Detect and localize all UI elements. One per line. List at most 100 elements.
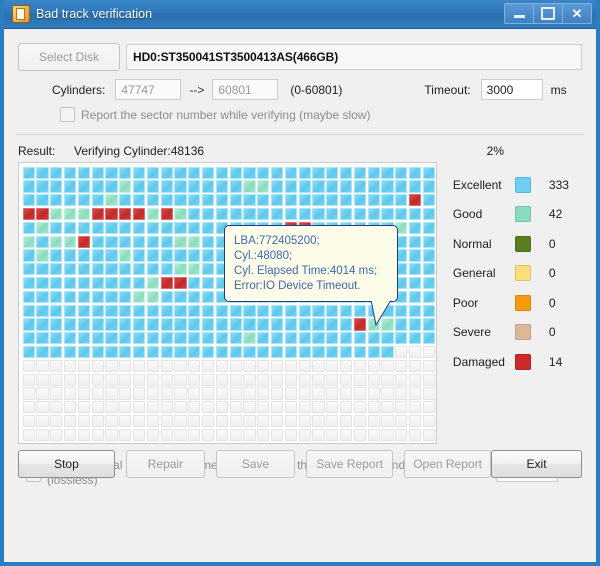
sector-cell[interactable]	[133, 415, 145, 427]
sector-cell[interactable]	[78, 236, 90, 248]
sector-cell[interactable]	[354, 429, 366, 441]
sector-cell[interactable]	[23, 429, 35, 441]
sector-cell[interactable]	[36, 387, 48, 399]
sector-cell[interactable]	[395, 167, 407, 179]
sector-cell[interactable]	[230, 387, 242, 399]
sector-cell[interactable]	[257, 360, 269, 372]
sector-cell[interactable]	[409, 401, 421, 413]
sector-cell[interactable]	[36, 332, 48, 344]
sector-cell[interactable]	[161, 222, 173, 234]
sector-cell[interactable]	[188, 429, 200, 441]
sector-cell[interactable]	[257, 332, 269, 344]
sector-cell[interactable]	[50, 374, 62, 386]
sector-cell[interactable]	[202, 305, 214, 317]
sector-cell[interactable]	[133, 318, 145, 330]
sector-cell[interactable]	[423, 277, 435, 289]
sector-cell[interactable]	[92, 387, 104, 399]
sector-cell[interactable]	[230, 374, 242, 386]
sector-cell[interactable]	[271, 167, 283, 179]
sector-cell[interactable]	[23, 222, 35, 234]
sector-cell[interactable]	[147, 429, 159, 441]
sector-cell[interactable]	[312, 180, 324, 192]
sector-cell[interactable]	[216, 387, 228, 399]
sector-cell[interactable]	[133, 222, 145, 234]
open-report-button[interactable]: Open Report	[404, 450, 491, 478]
sector-cell[interactable]	[50, 208, 62, 220]
sector-cell[interactable]	[105, 249, 117, 261]
sector-cell[interactable]	[381, 387, 393, 399]
sector-cell[interactable]	[133, 249, 145, 261]
sector-cell[interactable]	[174, 236, 186, 248]
sector-cell[interactable]	[312, 194, 324, 206]
sector-cell[interactable]	[354, 167, 366, 179]
sector-cell[interactable]	[147, 346, 159, 358]
sector-cell[interactable]	[64, 194, 76, 206]
sector-cell[interactable]	[64, 401, 76, 413]
sector-cell[interactable]	[243, 305, 255, 317]
sector-cell[interactable]	[119, 387, 131, 399]
sector-cell[interactable]	[23, 346, 35, 358]
sector-cell[interactable]	[202, 387, 214, 399]
sector-cell[interactable]	[119, 167, 131, 179]
sector-cell[interactable]	[409, 360, 421, 372]
sector-cell[interactable]	[161, 318, 173, 330]
sector-cell[interactable]	[105, 194, 117, 206]
sector-cell[interactable]	[105, 332, 117, 344]
sector-cell[interactable]	[285, 415, 297, 427]
sector-cell[interactable]	[119, 305, 131, 317]
sector-cell[interactable]	[119, 277, 131, 289]
sector-cell[interactable]	[271, 332, 283, 344]
sector-cell[interactable]	[423, 415, 435, 427]
sector-cell[interactable]	[271, 415, 283, 427]
sector-cell[interactable]	[188, 208, 200, 220]
sector-cell[interactable]	[105, 318, 117, 330]
sector-cell[interactable]	[312, 167, 324, 179]
sector-cell[interactable]	[312, 401, 324, 413]
sector-cell[interactable]	[202, 429, 214, 441]
sector-cell[interactable]	[409, 249, 421, 261]
sector-cell[interactable]	[409, 236, 421, 248]
sector-cell[interactable]	[423, 167, 435, 179]
sector-cell[interactable]	[285, 305, 297, 317]
sector-cell[interactable]	[202, 277, 214, 289]
sector-cell[interactable]	[105, 291, 117, 303]
sector-cell[interactable]	[202, 318, 214, 330]
sector-cell[interactable]	[36, 429, 48, 441]
sector-cell[interactable]	[50, 332, 62, 344]
sector-cell[interactable]	[64, 277, 76, 289]
sector-cell[interactable]	[147, 305, 159, 317]
sector-cell[interactable]	[188, 291, 200, 303]
sector-cell[interactable]	[147, 415, 159, 427]
sector-cell[interactable]	[354, 374, 366, 386]
sector-cell[interactable]	[216, 401, 228, 413]
sector-cell[interactable]	[409, 387, 421, 399]
sector-cell[interactable]	[36, 346, 48, 358]
sector-cell[interactable]	[340, 318, 352, 330]
sector-cell[interactable]	[188, 401, 200, 413]
sector-cell[interactable]	[299, 332, 311, 344]
sector-cell[interactable]	[161, 208, 173, 220]
sector-cell[interactable]	[368, 387, 380, 399]
sector-cell[interactable]	[133, 332, 145, 344]
sector-cell[interactable]	[161, 401, 173, 413]
sector-cell[interactable]	[257, 318, 269, 330]
sector-cell[interactable]	[92, 374, 104, 386]
sector-cell[interactable]	[409, 291, 421, 303]
sector-cell[interactable]	[119, 360, 131, 372]
sector-cell[interactable]	[230, 429, 242, 441]
sector-cell[interactable]	[147, 180, 159, 192]
sector-cell[interactable]	[92, 305, 104, 317]
sector-cell[interactable]	[368, 346, 380, 358]
sector-cell[interactable]	[92, 180, 104, 192]
sector-cell[interactable]	[340, 208, 352, 220]
sector-cell[interactable]	[174, 415, 186, 427]
sector-cell[interactable]	[133, 374, 145, 386]
sector-cell[interactable]	[36, 236, 48, 248]
sector-cell[interactable]	[64, 429, 76, 441]
sector-cell[interactable]	[230, 180, 242, 192]
sector-cell[interactable]	[161, 429, 173, 441]
sector-cell[interactable]	[23, 360, 35, 372]
sector-cell[interactable]	[133, 429, 145, 441]
sector-cell[interactable]	[92, 222, 104, 234]
sector-cell[interactable]	[119, 346, 131, 358]
